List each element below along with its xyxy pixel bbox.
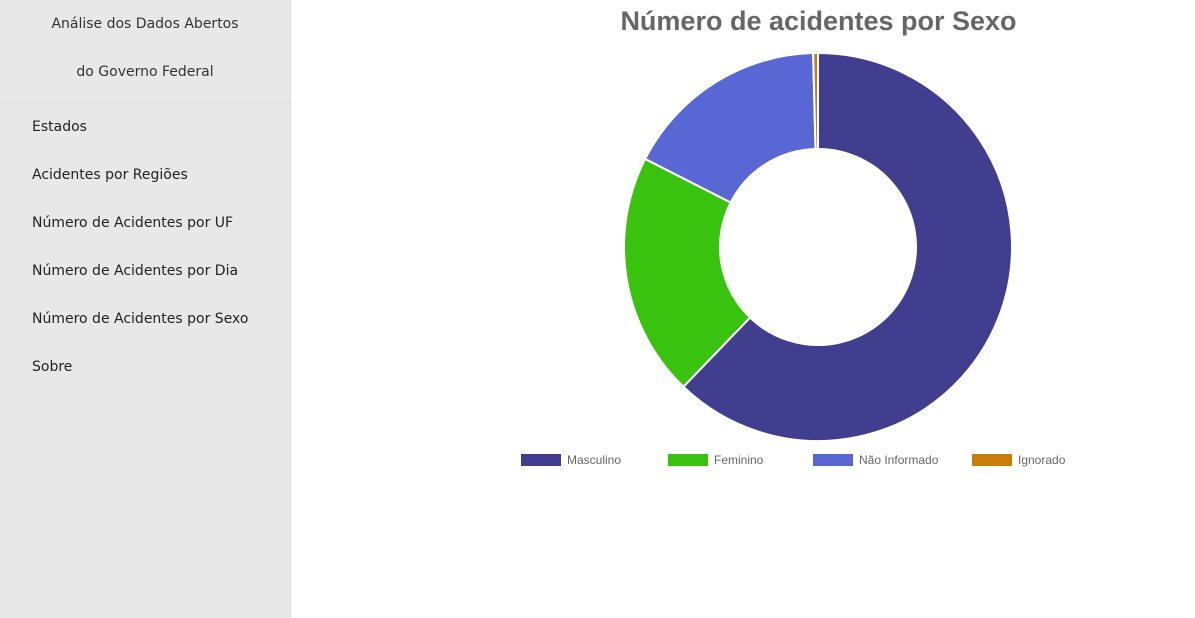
nav-sobre[interactable]: Sobre [0,343,290,391]
sidebar-brand: Análise dos Dados Abertos do Governo Fed… [0,0,290,103]
nav-acidentes-por-sexo[interactable]: Número de Acidentes por Sexo [0,295,290,343]
legend-label: Não Informado [859,453,939,467]
nav-acidentes-por-dia[interactable]: Número de Acidentes por Dia [0,247,290,295]
nav-acidentes-por-uf[interactable]: Número de Acidentes por UF [0,199,290,247]
legend-label: Ignorado [1018,453,1066,467]
legend-swatch [521,454,561,466]
doughnut-chart: Masculino Feminino Não Informado Ignorado [521,51,1066,467]
legend-swatch [972,454,1012,466]
legend-label: Masculino [567,453,621,467]
legend-swatch [813,454,853,466]
sidebar-nav: Estados Acidentes por Regiões Número de … [0,103,290,391]
sidebar: Análise dos Dados Abertos do Governo Fed… [0,0,291,618]
main-content: Número de acidentes por Sexo Masculino Fe… [291,0,1195,618]
legend-item-masculino[interactable]: Masculino [521,453,621,467]
legend-item-ignorado[interactable]: Ignorado [972,453,1066,467]
legend-label: Feminino [714,453,764,467]
brand-title-line-1: Análise dos Dados Abertos [51,16,239,32]
legend-item-feminino[interactable]: Feminino [668,453,764,467]
brand-title-line-2: do Governo Federal [76,64,214,80]
nav-estados[interactable]: Estados [0,103,290,151]
legend-item-nao-informado[interactable]: Não Informado [813,453,939,467]
legend-swatch [668,454,708,466]
nav-acidentes-por-regioes[interactable]: Acidentes por Regiões [0,151,290,199]
